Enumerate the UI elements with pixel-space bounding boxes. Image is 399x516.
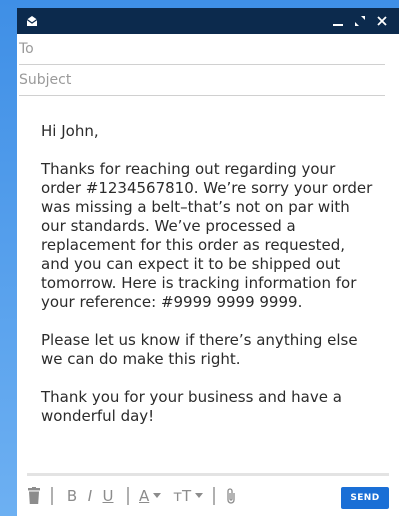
expand-icon[interactable] (349, 10, 371, 32)
body-paragraph-2: Please let us know if there’s anything e… (41, 331, 358, 368)
attachment-icon[interactable] (225, 487, 237, 505)
subject-field[interactable]: Subject (19, 65, 385, 96)
font-color-label: A (139, 487, 150, 505)
underline-button[interactable]: U (99, 487, 117, 505)
compose-window: To Subject Hi John, Thanks for reaching … (17, 8, 399, 516)
message-body[interactable]: Hi John, Thanks for reaching out regardi… (17, 96, 399, 426)
chevron-down-icon[interactable] (195, 493, 204, 499)
to-placeholder: To (19, 41, 34, 57)
bold-button[interactable]: B (63, 487, 81, 505)
font-color-button[interactable]: A (139, 487, 149, 505)
subject-placeholder: Subject (19, 72, 72, 88)
toolbar-divider (127, 487, 129, 505)
toolbar-divider (51, 487, 53, 505)
font-size-button[interactable]: тT (173, 487, 191, 505)
window-controls (327, 8, 393, 34)
toolbar-divider (213, 487, 216, 505)
to-field[interactable]: To (19, 34, 385, 65)
close-icon[interactable] (371, 10, 393, 32)
format-toolbar: B I U A тT SEND (27, 473, 389, 516)
send-button[interactable]: SEND (341, 487, 389, 509)
italic-button[interactable]: I (81, 487, 99, 505)
body-paragraph-3: Thank you for your business and have a w… (41, 388, 342, 425)
greeting: Hi John, (41, 122, 99, 140)
trash-icon[interactable] (27, 487, 41, 505)
body-paragraph-1: Thanks for reaching out regarding your o… (41, 160, 373, 311)
chevron-down-icon[interactable] (153, 493, 162, 499)
mail-icon (25, 14, 39, 28)
title-bar (17, 8, 399, 34)
font-size-label: тT (173, 487, 192, 505)
minimize-icon[interactable] (327, 10, 349, 32)
